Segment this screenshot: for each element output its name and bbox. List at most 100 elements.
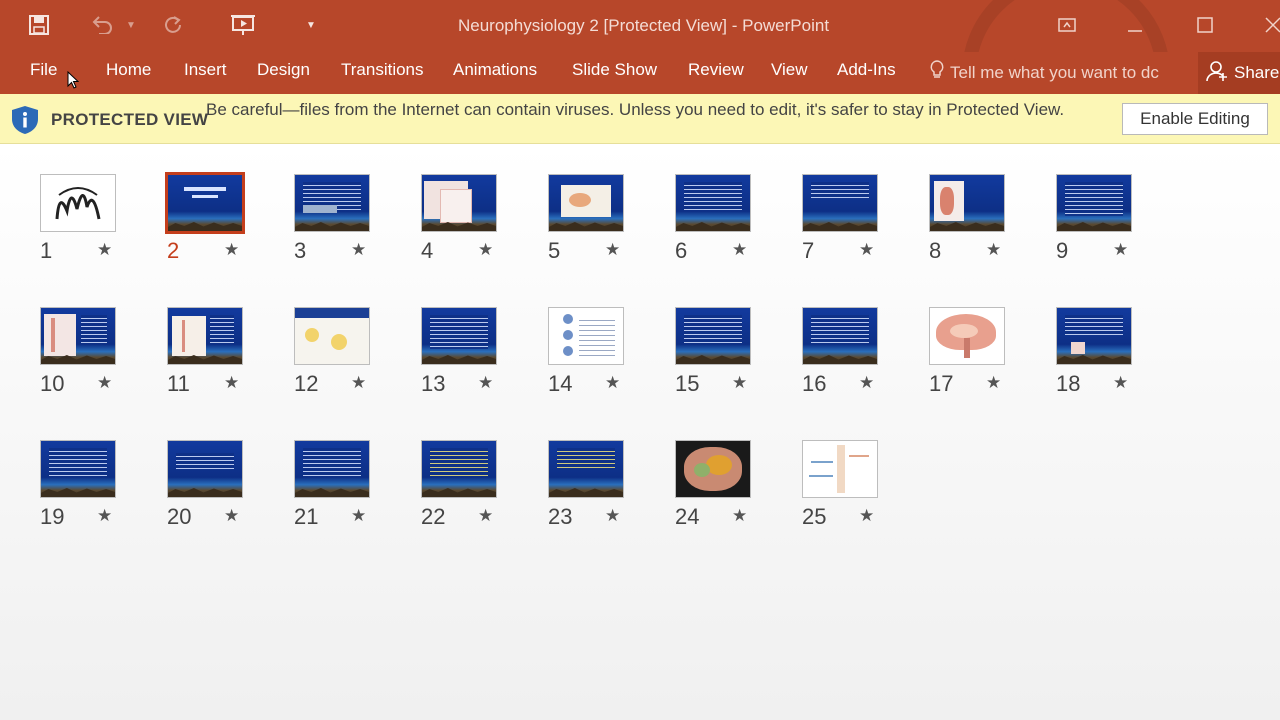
slide-preview — [1056, 174, 1132, 232]
slide-thumbnail-selected[interactable]: 2 ★ — [165, 172, 295, 284]
tab-add-ins[interactable]: Add-Ins — [837, 60, 896, 80]
animation-star-icon[interactable]: ★ — [605, 373, 620, 393]
animation-star-icon[interactable]: ★ — [351, 506, 366, 526]
animation-star-icon[interactable]: ★ — [1113, 240, 1128, 260]
animation-star-icon[interactable]: ★ — [97, 373, 112, 393]
animation-star-icon[interactable]: ★ — [732, 373, 747, 393]
slide-number: 7 — [802, 238, 815, 263]
tab-design[interactable]: Design — [257, 60, 310, 80]
animation-star-icon[interactable]: ★ — [478, 373, 493, 393]
animation-star-icon[interactable]: ★ — [605, 506, 620, 526]
slide-thumbnail[interactable]: 22 ★ — [421, 440, 549, 550]
slide-thumbnail[interactable]: 18 ★ — [1056, 307, 1184, 417]
slide-preview — [40, 307, 116, 365]
slide-thumbnail[interactable]: 15 ★ — [675, 307, 803, 417]
animation-star-icon[interactable]: ★ — [859, 373, 874, 393]
animation-star-icon[interactable]: ★ — [859, 240, 874, 260]
tab-insert[interactable]: Insert — [184, 60, 227, 80]
slide-number: 5 — [548, 238, 561, 263]
tab-slide-show[interactable]: Slide Show — [572, 60, 657, 80]
close-icon[interactable] — [1258, 10, 1280, 40]
slide-preview — [167, 440, 243, 498]
slide-preview — [675, 174, 751, 232]
animation-star-icon[interactable]: ★ — [732, 240, 747, 260]
slide-number: 25 — [802, 504, 827, 529]
slide-thumbnail[interactable]: 9 ★ — [1056, 174, 1184, 284]
slide-thumbnail[interactable]: 11 ★ — [167, 307, 295, 417]
customize-icon[interactable]: ▼ — [304, 12, 318, 38]
animation-star-icon[interactable]: ★ — [351, 373, 366, 393]
animation-star-icon[interactable]: ★ — [986, 373, 1001, 393]
slide-number: 16 — [802, 371, 827, 396]
slide-thumbnail[interactable]: 10 ★ — [40, 307, 168, 417]
slide-preview — [165, 172, 245, 234]
animation-star-icon[interactable]: ★ — [986, 240, 1001, 260]
undo-icon[interactable] — [88, 12, 116, 38]
slide-thumbnail[interactable]: 6 ★ — [675, 174, 803, 284]
tab-transitions[interactable]: Transitions — [341, 60, 424, 80]
slide-thumbnail[interactable]: 16 ★ — [802, 307, 930, 417]
slide-number: 15 — [675, 371, 700, 396]
redo-icon[interactable] — [160, 12, 186, 38]
slide-number: 10 — [40, 371, 65, 396]
protected-view-label: PROTECTED VIEW — [51, 110, 209, 129]
slide-sorter: 1 ★ 2 ★ 3 ★ 4 ★ 5 ★ 6 ★ 7 ★ 8 ★ 9 ★ 10 ★… — [0, 144, 1280, 720]
save-icon[interactable] — [26, 12, 52, 38]
ribbon-display-options-icon[interactable] — [1052, 10, 1082, 40]
tab-home[interactable]: Home — [106, 60, 151, 80]
animation-star-icon[interactable]: ★ — [1113, 373, 1128, 393]
animation-star-icon[interactable]: ★ — [97, 506, 112, 526]
slide-thumbnail[interactable]: 4 ★ — [421, 174, 549, 284]
slide-number: 23 — [548, 504, 573, 529]
enable-editing-button[interactable]: Enable Editing — [1122, 103, 1268, 135]
slide-thumbnail[interactable]: 20 ★ — [167, 440, 295, 550]
slide-thumbnail[interactable]: 19 ★ — [40, 440, 168, 550]
ribbon-tabs: File Home Insert Design Transitions Anim… — [0, 52, 1280, 94]
slide-thumbnail[interactable]: 5 ★ — [548, 174, 676, 284]
slide-number: 1 — [40, 238, 53, 263]
present-icon[interactable] — [228, 12, 258, 38]
slide-thumbnail[interactable]: 14 ★ — [548, 307, 676, 417]
animation-star-icon[interactable]: ★ — [732, 506, 747, 526]
animation-star-icon[interactable]: ★ — [605, 240, 620, 260]
slide-thumbnail[interactable]: 13 ★ — [421, 307, 549, 417]
animation-star-icon[interactable]: ★ — [478, 240, 493, 260]
tab-animations[interactable]: Animations — [453, 60, 537, 80]
dropdown-caret-icon[interactable]: ▼ — [124, 12, 138, 38]
slide-preview — [802, 307, 878, 365]
tab-view[interactable]: View — [771, 60, 808, 80]
slide-number: 22 — [421, 504, 446, 529]
animation-star-icon[interactable]: ★ — [859, 506, 874, 526]
maximize-icon[interactable] — [1190, 10, 1220, 40]
slide-thumbnail[interactable]: 12 ★ — [294, 307, 422, 417]
slide-thumbnail[interactable]: 23 ★ — [548, 440, 676, 550]
slide-number: 19 — [40, 504, 65, 529]
slide-thumbnail[interactable]: 21 ★ — [294, 440, 422, 550]
animation-star-icon[interactable]: ★ — [351, 240, 366, 260]
tell-me-text: Tell me what you want to dc — [950, 62, 1159, 82]
share-button[interactable]: Share — [1198, 52, 1280, 94]
slide-number: 24 — [675, 504, 700, 529]
animation-star-icon[interactable]: ★ — [478, 506, 493, 526]
slide-preview — [802, 440, 878, 498]
tell-me-search[interactable]: Tell me what you want to dc — [930, 60, 1159, 85]
slide-thumbnail[interactable]: 25 ★ — [802, 440, 930, 550]
slide-preview — [675, 307, 751, 365]
tab-file[interactable]: File — [30, 60, 57, 80]
slide-preview — [548, 440, 624, 498]
slide-thumbnail[interactable]: 3 ★ — [294, 174, 422, 284]
minimize-icon[interactable] — [1120, 10, 1150, 40]
slide-thumbnail[interactable]: 8 ★ — [929, 174, 1057, 284]
slide-preview — [548, 174, 624, 232]
animation-star-icon[interactable]: ★ — [224, 506, 239, 526]
slide-preview — [1056, 307, 1132, 365]
animation-star-icon[interactable]: ★ — [224, 373, 239, 393]
tab-review[interactable]: Review — [688, 60, 744, 80]
slide-thumbnail[interactable]: 17 ★ — [929, 307, 1057, 417]
animation-star-icon[interactable]: ★ — [97, 240, 112, 260]
slide-thumbnail[interactable]: 7 ★ — [802, 174, 930, 284]
slide-preview — [929, 174, 1005, 232]
animation-star-icon[interactable]: ★ — [224, 240, 239, 260]
slide-thumbnail[interactable]: 1 ★ — [40, 174, 168, 284]
slide-thumbnail[interactable]: 24 ★ — [675, 440, 803, 550]
